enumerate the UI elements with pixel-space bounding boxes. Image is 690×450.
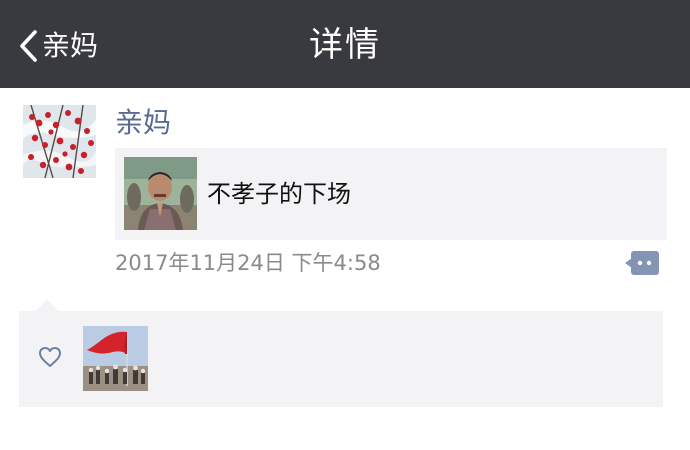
shared-link-card[interactable]: 不孝子的下场 [115,148,667,240]
shared-link-title: 不孝子的下场 [207,180,351,208]
page-title: 详情 [309,25,381,65]
post-timestamp: 2017年11月24日 下午4:58 [115,251,381,275]
author-name[interactable]: 亲妈 [115,104,171,142]
likes-panel-arrow [36,299,58,311]
author-avatar[interactable] [23,105,96,178]
comment-bubble-icon[interactable] [625,251,659,275]
liker-avatar[interactable] [83,326,148,391]
navigation-bar: 亲妈 详情 [0,0,690,88]
heart-outline-icon [38,346,62,368]
shared-link-thumbnail [124,157,197,230]
